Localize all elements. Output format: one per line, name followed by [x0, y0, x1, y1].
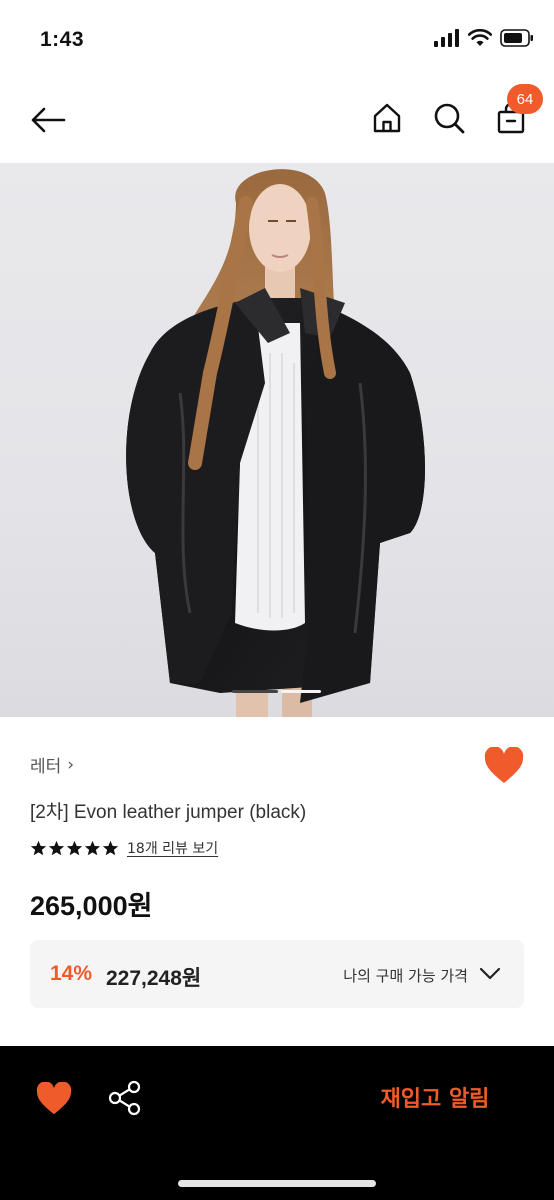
product-price: 265,000원 — [30, 891, 153, 921]
home-icon — [373, 103, 401, 133]
bottom-wishlist-button[interactable] — [36, 1081, 72, 1116]
search-button[interactable] — [430, 98, 468, 138]
rating-row: 18개 리뷰 보기 — [30, 838, 218, 858]
back-button[interactable] — [28, 100, 68, 140]
my-price-panel[interactable]: 14% 227,248원 나의 구매 가능 가격 — [30, 940, 524, 1008]
wifi-icon — [468, 29, 492, 46]
star-icon — [30, 840, 47, 855]
status-bar: 1:43 — [0, 0, 554, 80]
rating-stars — [30, 840, 119, 857]
review-link[interactable]: 18개 리뷰 보기 — [127, 838, 218, 858]
home-indicator — [178, 1180, 376, 1187]
brand-link[interactable]: 레터 › — [30, 752, 75, 778]
status-icons — [434, 29, 534, 47]
top-nav-bar — [0, 80, 554, 162]
back-arrow-icon — [31, 107, 66, 133]
restock-alert-button[interactable]: 재입고 알림 — [360, 1080, 510, 1120]
star-icon — [102, 840, 119, 855]
discount-rate: 14% — [50, 962, 93, 985]
product-photo — [126, 169, 426, 717]
chevron-down-icon[interactable] — [478, 962, 502, 986]
status-time: 1:43 — [40, 28, 85, 51]
heart-icon — [36, 1081, 72, 1115]
brand-name: 레터 — [30, 757, 62, 777]
gallery-indicator — [281, 690, 321, 693]
wishlist-button[interactable] — [484, 746, 524, 785]
gallery-indicator-active — [232, 690, 278, 693]
share-icon — [108, 1080, 141, 1116]
star-icon — [48, 840, 65, 855]
product-title: [2차] Evon leather jumper (black) — [30, 802, 307, 823]
brand-arrow: › — [67, 754, 75, 775]
cart-count-badge: 64 — [507, 84, 543, 114]
my-price-label: 나의 구매 가능 가격 — [343, 967, 468, 985]
bottom-action-bar: 재입고 알림 — [0, 1046, 554, 1200]
discount-price: 227,248원 — [106, 967, 202, 990]
star-icon — [84, 840, 101, 855]
home-button[interactable] — [368, 98, 406, 138]
share-button[interactable] — [107, 1080, 143, 1116]
star-icon — [66, 840, 83, 855]
search-icon — [434, 103, 465, 134]
signal-icon — [434, 29, 459, 47]
heart-icon — [484, 746, 524, 783]
battery-icon — [500, 29, 533, 47]
product-image[interactable] — [0, 163, 554, 717]
